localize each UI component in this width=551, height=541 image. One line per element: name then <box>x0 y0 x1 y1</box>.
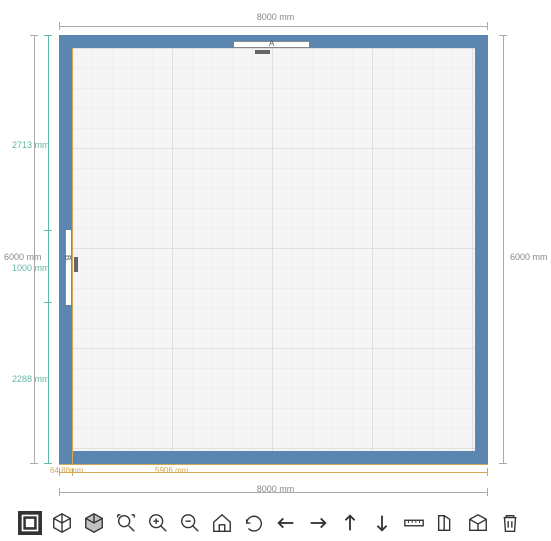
dim-bottom-label: 8000 mm <box>257 484 295 494</box>
arrow-right-icon <box>307 512 329 534</box>
dim-tick <box>487 468 488 476</box>
toolbar <box>0 505 551 541</box>
move-up-button[interactable] <box>338 511 362 535</box>
arrow-left-icon <box>275 512 297 534</box>
dim-left-upper: 2713 mm <box>12 140 50 150</box>
home-icon <box>211 512 233 534</box>
move-left-button[interactable] <box>274 511 298 535</box>
dim-bottom-center: 5906 mm <box>155 466 188 475</box>
room-icon <box>467 512 489 534</box>
dim-tick <box>44 35 52 36</box>
guide-horizontal <box>59 464 488 465</box>
move-down-button[interactable] <box>370 511 394 535</box>
dim-tick <box>44 463 52 464</box>
dim-tick <box>487 22 488 30</box>
trash-icon <box>499 512 521 534</box>
arrow-up-icon <box>339 512 361 534</box>
grid <box>72 48 475 451</box>
zoom-fit-icon <box>115 512 137 534</box>
view-2d-button[interactable] <box>18 511 42 535</box>
dim-line-right <box>503 35 504 464</box>
window-a-handle[interactable] <box>255 50 270 54</box>
door-b-label: B <box>63 255 72 260</box>
square-icon <box>20 512 40 534</box>
dim-top-label: 8000 mm <box>257 12 295 22</box>
home-button[interactable] <box>210 511 234 535</box>
zoom-in-button[interactable] <box>146 511 170 535</box>
rotate-button[interactable] <box>242 511 266 535</box>
wall-tool-button[interactable] <box>434 511 458 535</box>
dim-line-left-inner <box>48 35 49 464</box>
dim-line-left-outer <box>34 35 35 464</box>
ruler-icon <box>403 512 425 534</box>
dim-tick <box>499 35 507 36</box>
dim-line-top <box>59 26 488 27</box>
canvas-area[interactable]: 8000 mm 6000 mm 8000 mm 6000 mm 2713 mm … <box>0 0 551 505</box>
cube-solid-icon <box>83 512 105 534</box>
door-b-handle[interactable] <box>74 257 78 272</box>
rotate-icon <box>243 512 265 534</box>
dim-tick <box>30 35 38 36</box>
dim-right-label: 6000 mm <box>510 252 548 262</box>
door-b[interactable] <box>65 230 72 305</box>
delete-button[interactable] <box>498 511 522 535</box>
zoom-out-icon <box>179 512 201 534</box>
zoom-in-icon <box>147 512 169 534</box>
dim-tick <box>59 488 60 496</box>
dim-tick <box>487 488 488 496</box>
dim-tick <box>499 463 507 464</box>
dim-left-lower: 2288 mm <box>12 374 50 384</box>
guide-vertical <box>72 48 73 464</box>
zoom-out-button[interactable] <box>178 511 202 535</box>
wall-icon <box>435 512 457 534</box>
arrow-down-icon <box>371 512 393 534</box>
view-perspective-button[interactable] <box>82 511 106 535</box>
dim-bottom-left-small: 64.88mm <box>50 466 83 475</box>
dim-tick <box>44 230 52 231</box>
zoom-fit-button[interactable] <box>114 511 138 535</box>
dim-tick <box>44 302 52 303</box>
move-right-button[interactable] <box>306 511 330 535</box>
dim-tick <box>59 22 60 30</box>
window-a-label: A <box>269 39 274 48</box>
dim-left-mid: 1000 mm <box>12 263 50 273</box>
dim-left-outer-label: 6000 mm <box>4 252 42 262</box>
cube-icon <box>51 512 73 534</box>
room-tool-button[interactable] <box>466 511 490 535</box>
measure-button[interactable] <box>402 511 426 535</box>
dim-tick <box>30 463 38 464</box>
dim-line-bottom-inner <box>59 472 488 473</box>
floor-plan[interactable]: A B <box>59 35 488 464</box>
view-3d-cube-button[interactable] <box>50 511 74 535</box>
